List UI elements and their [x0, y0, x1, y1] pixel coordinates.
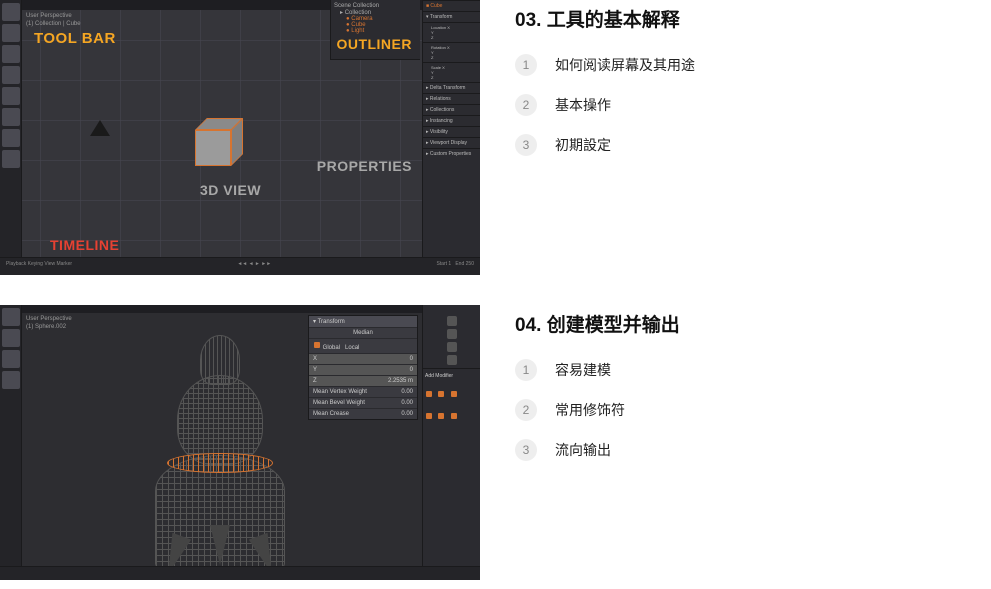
- properties-panel: Add Modifier: [422, 305, 480, 580]
- select-box-icon: [2, 3, 20, 21]
- step-label: 基本操作: [555, 95, 611, 115]
- modifier-icon: [426, 413, 432, 419]
- move-icon: [2, 350, 20, 368]
- step-label: 初期設定: [555, 135, 611, 155]
- step-item[interactable]: 3 初期設定: [515, 134, 695, 156]
- overlay-label-timeline: TIMELINE: [50, 237, 119, 253]
- section-title-03: 03. 工具的基本解释: [515, 5, 695, 32]
- properties-panel: ■ Cube ▾ Transform Location X YZ Rotatio…: [422, 0, 480, 275]
- modifier-icon: [438, 391, 444, 397]
- step-item[interactable]: 2 常用修饰符: [515, 399, 680, 421]
- render-icon: [447, 316, 457, 326]
- blender-screenshot-2: User Perspective (1) Sphere.002 ▾ Transf…: [0, 305, 480, 580]
- rotate-icon: [2, 371, 20, 389]
- overlay-label-outliner: OUTLINER: [336, 36, 412, 52]
- step-label: 常用修饰符: [555, 400, 625, 420]
- blender-toolbar: [0, 305, 22, 580]
- cursor-icon: [2, 329, 20, 347]
- overlay-label-3dview: 3D VIEW: [200, 182, 261, 198]
- timeline-panel: Playback Keying View Marker ◄◄ ◄ ► ►► St…: [0, 257, 480, 275]
- blender-screenshot-1: User Perspective (1) Collection | Cube S…: [0, 0, 480, 275]
- select-box-icon: [2, 308, 20, 326]
- step-label: 如何阅读屏幕及其用途: [555, 55, 695, 75]
- output-icon: [447, 329, 457, 339]
- timeline-panel: [0, 566, 480, 580]
- rotate-icon: [2, 66, 20, 84]
- step-list-04: 1 容易建模 2 常用修饰符 3 流向输出: [515, 359, 680, 461]
- step-number: 2: [515, 399, 537, 421]
- viewport-header: [0, 305, 480, 313]
- transform-icon: [2, 108, 20, 126]
- overlay-label-properties: PROPERTIES: [317, 158, 412, 174]
- overlay-label-toolbar: TOOL BAR: [34, 30, 116, 47]
- modifier-icon: [451, 391, 457, 397]
- modifier-icon: [438, 413, 444, 419]
- move-icon: [2, 45, 20, 63]
- scale-icon: [2, 87, 20, 105]
- cursor-icon: [2, 24, 20, 42]
- viewport-info: User Perspective (1) Sphere.002: [26, 315, 72, 331]
- step-number: 1: [515, 359, 537, 381]
- step-label: 流向输出: [555, 440, 611, 460]
- transform-panel: ▾ Transform Median Global Local X0 Y0 Z2…: [308, 315, 418, 420]
- step-number: 2: [515, 94, 537, 116]
- measure-icon: [2, 150, 20, 168]
- step-number: 3: [515, 439, 537, 461]
- modifier-icon: [426, 391, 432, 397]
- step-item[interactable]: 1 如何阅读屏幕及其用途: [515, 54, 695, 76]
- annotate-icon: [2, 129, 20, 147]
- view-icon: [447, 342, 457, 352]
- step-list-03: 1 如何阅读屏幕及其用途 2 基本操作 3 初期設定: [515, 54, 695, 156]
- viewport-info: User Perspective (1) Collection | Cube: [26, 12, 81, 28]
- step-item[interactable]: 2 基本操作: [515, 94, 695, 116]
- step-item[interactable]: 3 流向输出: [515, 439, 680, 461]
- modifier-icon: [451, 413, 457, 419]
- camera-gizmo: [90, 120, 110, 136]
- blender-toolbar: [0, 0, 22, 275]
- scene-icon: [447, 355, 457, 365]
- step-item[interactable]: 1 容易建模: [515, 359, 680, 381]
- step-number: 3: [515, 134, 537, 156]
- section-title-04: 04. 创建模型并输出: [515, 310, 680, 337]
- step-label: 容易建模: [555, 360, 611, 380]
- step-number: 1: [515, 54, 537, 76]
